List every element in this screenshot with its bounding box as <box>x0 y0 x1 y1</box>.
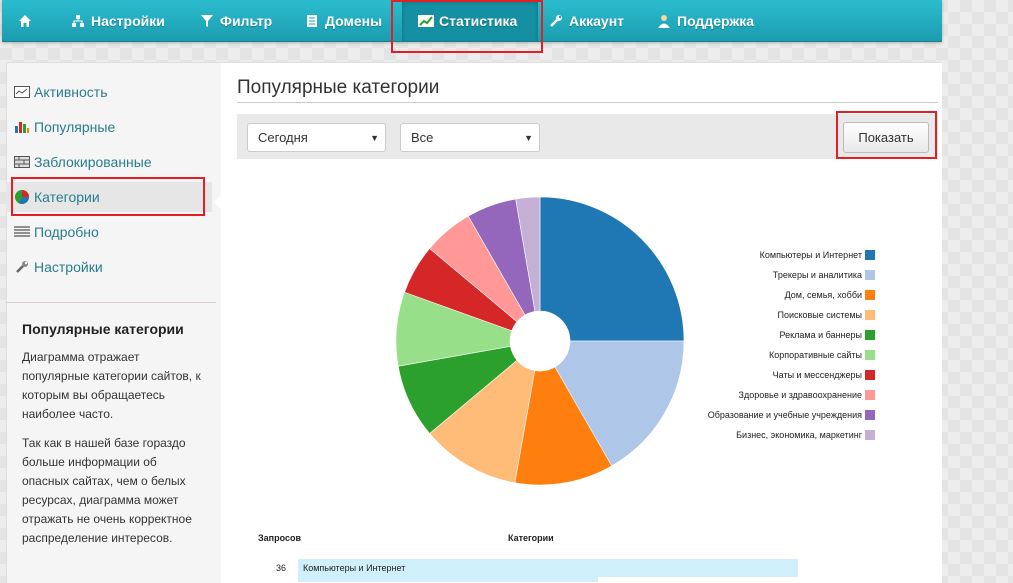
legend-label: Компьютеры и Интернет <box>759 250 862 260</box>
legend-swatch <box>865 310 875 320</box>
dropdown-arrow-icon: ▼ <box>524 133 533 143</box>
chart-icon <box>418 13 434 29</box>
legend-label: Корпоративные сайты <box>769 350 862 360</box>
nav-label: Поддержка <box>677 12 755 29</box>
period-select[interactable]: Сегодня ▼ <box>247 123 386 152</box>
table-header-categories: Категории <box>508 533 554 543</box>
legend-item[interactable]: Компьютеры и Интернет <box>640 249 875 261</box>
nav-account[interactable]: Аккаунт <box>548 0 624 41</box>
legend-label: Поисковые системы <box>777 310 862 320</box>
title-divider <box>237 102 938 103</box>
sidebar-item-label: Настройки <box>34 259 103 275</box>
legend-label: Дом, семья, хобби <box>784 290 862 300</box>
sidebar-divider <box>6 302 216 303</box>
nav-settings[interactable]: Настройки <box>70 0 165 41</box>
legend-swatch <box>865 290 875 300</box>
active-indicator-caret <box>214 195 221 209</box>
legend-item[interactable]: Корпоративные сайты <box>640 349 875 361</box>
nav-label: Настройки <box>91 12 165 29</box>
sidebar-item-blocked[interactable]: Заблокированные <box>6 147 212 177</box>
filter-select[interactable]: Все ▼ <box>400 123 540 152</box>
show-button[interactable]: Показать <box>843 122 929 153</box>
sitemap-icon <box>70 13 86 29</box>
nav-label: Аккаунт <box>569 12 625 29</box>
legend-label: Бизнес, экономика, маркетинг <box>736 430 862 440</box>
period-select-value: Сегодня <box>258 130 308 145</box>
legend-item[interactable]: Трекеры и аналитика <box>640 269 875 281</box>
sidebar-item-popular[interactable]: Популярные <box>6 112 212 142</box>
legend-label: Образование и учебные учреждения <box>707 410 862 420</box>
legend-item[interactable]: Дом, семья, хобби <box>640 289 875 301</box>
sidebar-item-categories[interactable]: Категории <box>6 182 212 212</box>
legend-label: Реклама и баннеры <box>779 330 862 340</box>
legend-item[interactable]: Образование и учебные учреждения <box>640 409 875 421</box>
info-paragraph: Диаграмма отражает популярные категории … <box>22 350 201 421</box>
legend-item[interactable]: Чаты и мессенджеры <box>640 369 875 381</box>
legend-label: Здоровье и здравоохранение <box>738 390 862 400</box>
legend-swatch <box>865 330 875 340</box>
legend-swatch <box>865 270 875 280</box>
sidebar-item-settings[interactable]: Настройки <box>6 252 212 282</box>
activity-icon <box>14 84 30 100</box>
dropdown-arrow-icon: ▼ <box>370 133 379 143</box>
sidebar-item-label: Заблокированные <box>34 154 152 170</box>
info-title: Популярные категории <box>22 321 184 337</box>
pie-chart-icon <box>14 189 30 205</box>
nav-label: Домены <box>325 12 383 29</box>
bar-chart-icon <box>14 119 30 135</box>
nav-domains[interactable]: Домены <box>304 0 382 41</box>
nav-statistics[interactable]: Статистика <box>402 0 538 41</box>
user-icon <box>656 13 672 29</box>
nav-home[interactable] <box>12 0 42 41</box>
legend-item[interactable]: Бизнес, экономика, маркетинг <box>640 429 875 441</box>
wrench-icon <box>548 13 564 29</box>
nav-support[interactable]: Поддержка <box>656 0 754 41</box>
sidebar-item-label: Категории <box>34 189 100 205</box>
table-row-bar <box>298 577 598 582</box>
filter-select-value: Все <box>411 130 434 145</box>
table-header-requests: Запросов <box>258 533 301 543</box>
document-icon <box>304 13 320 29</box>
legend-swatch <box>865 430 875 440</box>
sidebar-item-label: Популярные <box>34 119 116 135</box>
sidebar-item-label: Активность <box>34 84 108 100</box>
legend-item[interactable]: Здоровье и здравоохранение <box>640 389 875 401</box>
filter-icon <box>199 13 215 29</box>
sidebar-item-detailed[interactable]: Подробно <box>6 217 212 247</box>
legend-swatch <box>865 250 875 260</box>
list-icon <box>14 224 30 240</box>
legend-item[interactable]: Реклама и баннеры <box>640 329 875 341</box>
legend-item[interactable]: Поисковые системы <box>640 309 875 321</box>
page-title: Популярные категории <box>237 77 440 98</box>
categories-pie-chart <box>395 196 685 486</box>
table-row-category: Компьютеры и Интернет <box>303 563 406 573</box>
nav-label: Фильтр <box>220 12 273 29</box>
nav-label: Статистика <box>439 12 518 29</box>
nav-filter[interactable]: Фильтр <box>199 0 272 41</box>
home-icon <box>17 13 33 29</box>
blocked-icon <box>14 154 30 170</box>
legend-swatch <box>865 370 875 380</box>
sidebar-item-activity[interactable]: Активность <box>6 77 212 107</box>
wrench-icon <box>14 259 30 275</box>
legend-label: Трекеры и аналитика <box>772 270 862 280</box>
sidebar-item-label: Подробно <box>34 224 99 240</box>
info-paragraph: Так как в нашей базе гораздо больше инфо… <box>22 436 192 545</box>
legend-swatch <box>865 410 875 420</box>
table-row-count: 36 <box>275 563 286 573</box>
legend-swatch <box>865 390 875 400</box>
legend-label: Чаты и мессенджеры <box>772 370 862 380</box>
legend-swatch <box>865 350 875 360</box>
